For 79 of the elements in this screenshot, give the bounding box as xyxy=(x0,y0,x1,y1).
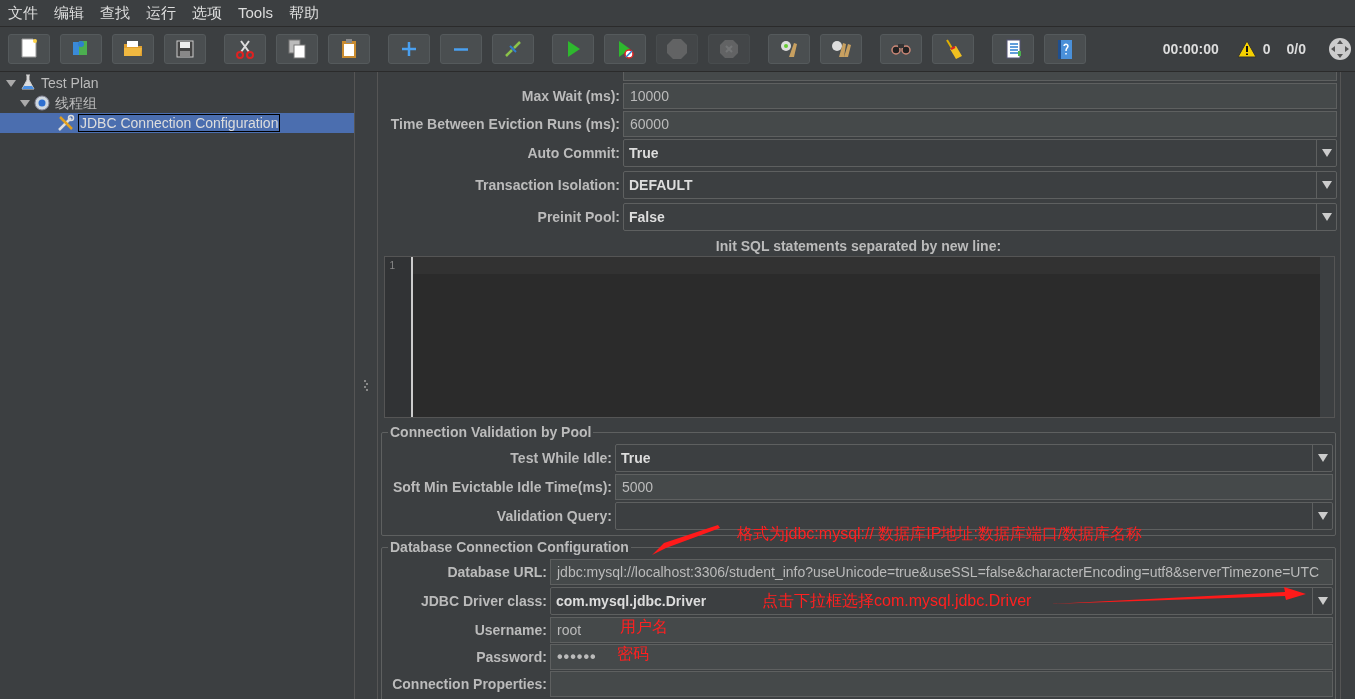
input-field[interactable]: 60000 xyxy=(623,111,1337,137)
thread-count: 0/0 xyxy=(1286,39,1306,59)
menu-item[interactable]: Tools xyxy=(237,3,275,23)
field-label: Database URL: xyxy=(446,562,547,582)
caret-icon xyxy=(1321,181,1332,189)
toolbar-button[interactable] xyxy=(1044,34,1086,64)
caret-icon xyxy=(1321,149,1332,157)
copy-icon xyxy=(285,37,309,61)
minus-icon xyxy=(454,47,468,51)
input-field[interactable] xyxy=(550,671,1333,697)
scrollbar-track[interactable] xyxy=(1320,257,1334,417)
annotation-note: 格式为jdbc:mysql:// 数据库IP地址:数据库端口/数据库名称 xyxy=(737,524,1143,544)
toolbar-button[interactable] xyxy=(8,34,50,64)
field-label: Soft Min Evictable Idle Time(ms): xyxy=(391,477,612,497)
group-title: Connection Validation by Pool xyxy=(389,424,593,440)
dropdown[interactable]: False xyxy=(623,203,1337,231)
toolbar-button[interactable] xyxy=(224,34,266,64)
tree-item[interactable]: Test Plan xyxy=(0,73,354,93)
flask-icon xyxy=(19,74,37,92)
wrench-screwdriver-icon xyxy=(57,114,75,132)
warning-count: 0 xyxy=(1262,39,1271,59)
toolbar-button[interactable] xyxy=(932,34,974,64)
expanded-arrow-icon[interactable] xyxy=(20,98,30,108)
input-field[interactable]: jdbc:mysql://localhost:3306/student_info?useUnicode=true&useSSL=false&characterEncoding=utf8&serverTimezone=UTC xyxy=(550,559,1333,585)
toolbar-button[interactable] xyxy=(820,34,862,64)
caret-icon xyxy=(1317,597,1328,605)
field-label: Validation Query: xyxy=(495,506,612,526)
input-field[interactable]: 10000 xyxy=(623,83,1337,109)
annotation-note: 点击下拉框选择com.mysql.jdbc.Driver xyxy=(762,591,1032,611)
line-number: 1 xyxy=(389,259,395,273)
dropdown[interactable]: DEFAULT xyxy=(623,171,1337,199)
field-label: Username: xyxy=(473,620,547,640)
save-icon xyxy=(173,37,197,61)
dropdown[interactable]: True xyxy=(623,139,1337,167)
toolbar-button[interactable] xyxy=(492,34,534,64)
menu-item[interactable]: 文件 xyxy=(7,3,39,23)
toolbar-button[interactable] xyxy=(328,34,370,64)
code-editor[interactable]: 1 xyxy=(384,256,1335,418)
field-label: Preinit Pool: xyxy=(536,207,620,227)
tree-item[interactable]: JDBC Connection Configuration xyxy=(0,113,354,133)
caret-icon xyxy=(1317,512,1328,520)
annotation-note: 密码 xyxy=(617,644,649,664)
field-label: Time Between Eviction Runs (ms): xyxy=(389,114,620,134)
field-label: Max Wait (ms): xyxy=(520,86,620,106)
annotation-arrow xyxy=(652,525,720,555)
menu-item[interactable]: 运行 xyxy=(145,3,177,23)
binoculars-icon xyxy=(891,43,911,55)
field-label: Test While Idle: xyxy=(509,448,612,468)
stop-icon xyxy=(665,37,689,61)
caret-icon xyxy=(1317,454,1328,462)
field-label: Transaction Isolation: xyxy=(474,175,620,195)
field-label: JDBC Driver class: xyxy=(419,591,547,611)
toolbar-button[interactable] xyxy=(276,34,318,64)
menu-item[interactable]: 帮助 xyxy=(288,3,321,23)
toolbar-button[interactable] xyxy=(992,34,1034,64)
annotation-note: 用户名 xyxy=(620,617,668,637)
gear-icon xyxy=(33,94,51,112)
menu-item[interactable]: 选项 xyxy=(191,3,223,23)
toolbar-button[interactable] xyxy=(604,34,646,64)
tree-item[interactable]: 线程组 xyxy=(0,93,354,113)
field-label: Connection Properties: xyxy=(391,674,547,694)
globe-icon[interactable] xyxy=(1328,37,1352,61)
caret-icon xyxy=(1321,213,1332,221)
expanded-arrow-icon[interactable] xyxy=(6,78,16,88)
warning-icon xyxy=(1236,40,1257,58)
dropdown[interactable]: True xyxy=(615,444,1333,472)
elapsed-time: 00:00:00 xyxy=(1162,39,1219,59)
field-label: Auto Commit: xyxy=(526,143,620,163)
splitter-grip-icon[interactable] xyxy=(364,379,368,392)
toolbar-button[interactable] xyxy=(768,34,810,64)
toolbar-button[interactable] xyxy=(880,34,922,64)
menu-item[interactable]: 查找 xyxy=(99,3,131,23)
menu-item[interactable]: 编辑 xyxy=(53,3,85,23)
toolbar-button[interactable] xyxy=(112,34,154,64)
group-title: Database Connection Configuration xyxy=(389,539,630,555)
input-field[interactable]: 5000 xyxy=(615,474,1333,500)
section-heading: Init SQL statements separated by new line: xyxy=(714,237,1003,256)
toolbar-button[interactable] xyxy=(164,34,206,64)
field-label: Password: xyxy=(475,647,547,667)
